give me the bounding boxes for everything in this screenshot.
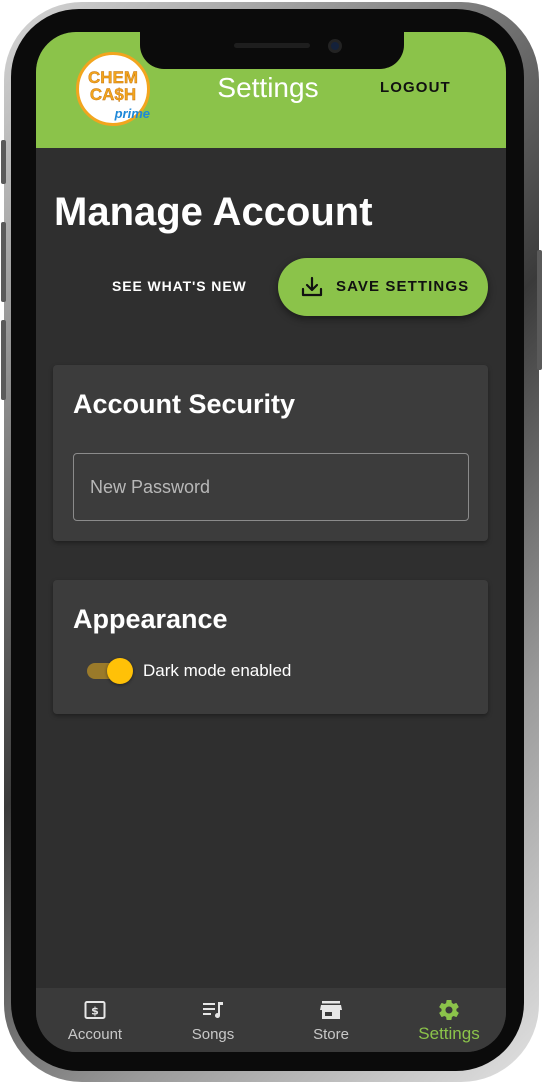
phone-notch	[140, 32, 404, 69]
account-security-title: Account Security	[73, 389, 296, 419]
new-password-field[interactable]	[73, 453, 469, 521]
phone-volume-down	[1, 320, 6, 400]
dark-mode-label[interactable]: Dark mode enabled	[143, 660, 291, 682]
logo-text-sub: prime	[114, 106, 150, 121]
store-icon	[320, 1001, 342, 1019]
appearance-card: Appearance Dark mode enabled	[53, 580, 488, 714]
save-settings-button[interactable]: SAVE SETTINGS	[278, 258, 488, 316]
phone-mute-switch	[1, 140, 6, 184]
download-icon	[301, 276, 323, 297]
dark-mode-toggle[interactable]	[87, 658, 133, 684]
page-title: Manage Account	[54, 190, 373, 234]
dollar-bill-icon: $	[84, 1001, 106, 1019]
svg-text:$: $	[91, 1005, 99, 1018]
app-bar: CHEM CA$H prime Settings LOGOUT	[36, 32, 506, 148]
logout-button[interactable]: LOGOUT	[380, 78, 451, 98]
nav-item-account[interactable]: $ Account	[36, 988, 154, 1052]
logo-text-line2: CA$H	[89, 85, 137, 104]
nav-label-songs: Songs	[191, 1026, 235, 1043]
bottom-navigation: $ Account Songs Store Settings	[36, 988, 506, 1052]
nav-item-settings[interactable]: Settings	[390, 988, 506, 1052]
nav-label-store: Store	[313, 1026, 349, 1043]
new-password-input[interactable]	[74, 454, 468, 520]
nav-label-settings: Settings	[418, 1024, 480, 1043]
gear-icon	[439, 1000, 459, 1021]
nav-label-account: Account	[67, 1026, 123, 1043]
phone-volume-up	[1, 222, 6, 302]
nav-item-store[interactable]: Store	[272, 988, 390, 1052]
phone-power-button	[537, 250, 542, 370]
logo-text-line1: CHEM	[87, 68, 139, 87]
appearance-title: Appearance	[73, 604, 228, 634]
speaker-grille	[234, 43, 310, 48]
see-whats-new-button[interactable]: SEE WHAT'S NEW	[112, 276, 247, 296]
toggle-thumb	[107, 658, 133, 684]
app-screen: CHEM CA$H prime Settings LOGOUT Manage A…	[36, 32, 506, 1052]
app-bar-title: Settings	[217, 72, 319, 103]
save-settings-label: SAVE SETTINGS	[336, 278, 470, 295]
chem-cash-logo[interactable]: CHEM CA$H prime	[76, 52, 150, 126]
nav-item-songs[interactable]: Songs	[154, 988, 272, 1052]
playlist-icon	[203, 1002, 223, 1019]
front-camera	[328, 39, 342, 53]
account-security-card: Account Security	[53, 365, 488, 541]
